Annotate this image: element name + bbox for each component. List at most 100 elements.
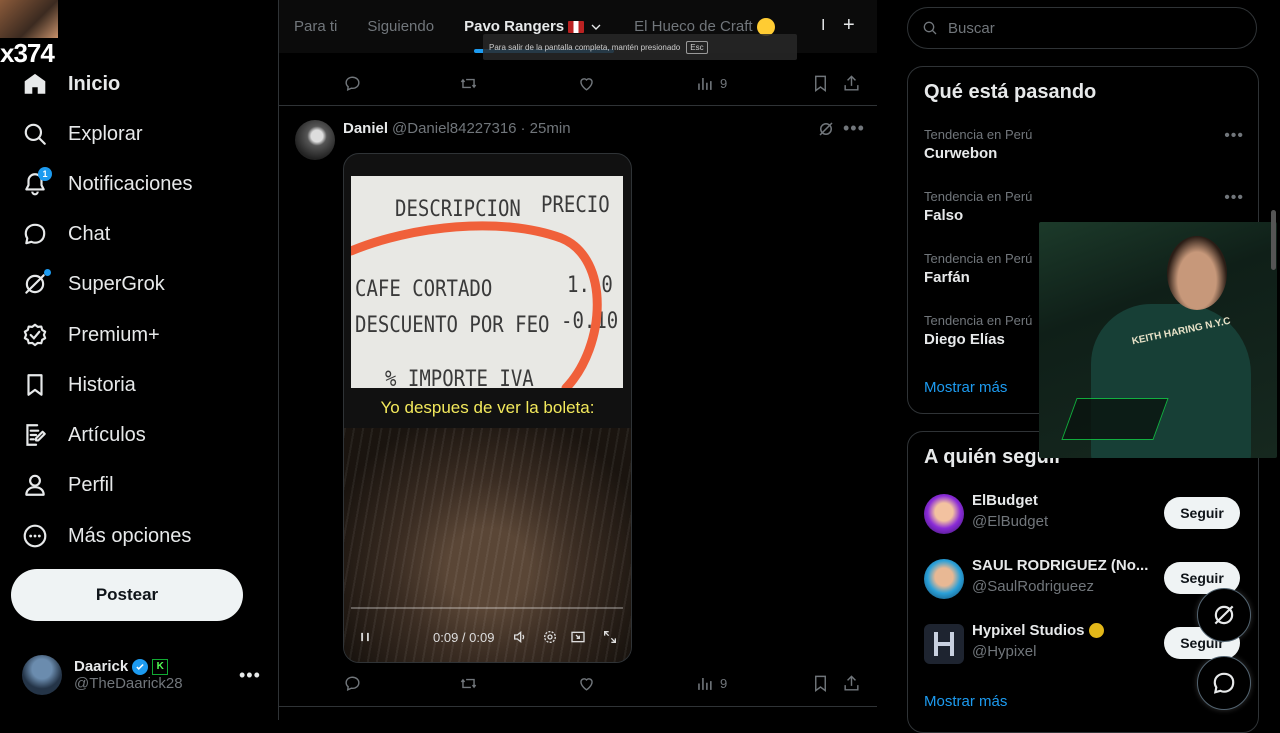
tweet-timestamp[interactable]: · 25min xyxy=(521,120,571,137)
add-tab-icon[interactable]: + xyxy=(843,14,855,37)
trend-name: Curwebon xyxy=(924,145,998,162)
grok-icon xyxy=(22,269,51,297)
fullscreen-icon[interactable] xyxy=(602,629,618,645)
nav-label: Notificaciones xyxy=(68,172,193,195)
account-names: Daarick K @TheDaarick28 xyxy=(74,658,183,692)
tab-pavo-rangers[interactable]: Pavo Rangers xyxy=(449,18,619,35)
follow-suggestion[interactable]: SAUL RODRIGUEZ (No... @SaulRodrigueez Se… xyxy=(924,557,1244,601)
more-icon[interactable]: ••• xyxy=(1224,189,1244,207)
chevron-down-icon[interactable] xyxy=(588,19,604,35)
more-icon[interactable]: ••• xyxy=(1224,127,1244,145)
main-timeline: Para ti Siguiendo Pavo Rangers El Hueco … xyxy=(278,0,879,720)
follow-show-more-link[interactable]: Mostrar más xyxy=(924,693,1007,710)
video-progress-bar[interactable] xyxy=(351,607,623,609)
nav-explore[interactable]: Explorar xyxy=(22,116,142,152)
tweet-author-handle[interactable]: @Daniel84227316 xyxy=(392,120,517,137)
more-icon[interactable]: ••• xyxy=(843,118,865,139)
verified-badge-icon xyxy=(132,658,149,675)
page-scrollbar[interactable] xyxy=(1271,210,1276,270)
emoji-icon xyxy=(756,17,775,36)
avatar xyxy=(924,624,964,664)
notification-count-badge: 1 xyxy=(38,167,52,181)
stream-overlay-thumbnail xyxy=(0,0,58,38)
search-input[interactable] xyxy=(946,18,1240,38)
tab-el-hueco-de-craft[interactable]: El Hueco de Craft xyxy=(619,17,789,36)
post-button[interactable]: Postear xyxy=(11,569,243,621)
share-icon[interactable] xyxy=(842,74,861,93)
nav-premium[interactable]: Premium+ xyxy=(22,317,160,353)
tab-siguiendo[interactable]: Siguiendo xyxy=(352,18,449,35)
follow-button[interactable]: Seguir xyxy=(1164,497,1240,529)
account-more-icon[interactable]: ••• xyxy=(239,665,261,686)
trend-item[interactable]: Tendencia en Perú Falso ••• xyxy=(924,189,1244,224)
nav-more-options[interactable]: Más opciones xyxy=(22,518,191,554)
follow-handle: @ElBudget xyxy=(972,513,1049,530)
repost-icon[interactable] xyxy=(459,674,478,693)
bookmark-icon[interactable] xyxy=(811,74,830,93)
nav-articles[interactable]: Artículos xyxy=(22,417,146,453)
trends-show-more-link[interactable]: Mostrar más xyxy=(924,379,1007,396)
nav-notifications[interactable]: 1 Notificaciones xyxy=(22,166,193,202)
grok-icon[interactable] xyxy=(817,120,835,138)
video-controls: 0:09 / 0:09 xyxy=(344,624,631,650)
nav-chat[interactable]: Chat xyxy=(22,216,110,252)
avatar[interactable] xyxy=(295,120,335,160)
receipt-image: DESCRIPCION PRECIO CAFE CORTADO 1.10 DES… xyxy=(351,176,623,388)
account-name-row: Daarick K xyxy=(74,658,183,675)
views-icon xyxy=(695,674,714,693)
messages-floating-button[interactable] xyxy=(1197,656,1251,710)
nav-supergrok[interactable]: SuperGrok xyxy=(22,266,165,302)
nav-label: Premium+ xyxy=(68,323,160,346)
reply-icon[interactable] xyxy=(343,674,362,693)
search-box[interactable] xyxy=(907,7,1257,49)
tweet-author-name[interactable]: Daniel xyxy=(343,120,388,137)
keyboard-image xyxy=(1061,398,1169,440)
views-stat[interactable]: 9 xyxy=(695,74,727,93)
fullscreen-notice-text: Para salir de la pantalla completa, mant… xyxy=(489,42,681,52)
trend-item[interactable]: Tendencia en Perú Curwebon ••• xyxy=(924,127,1244,162)
reply-icon[interactable] xyxy=(343,74,362,93)
settings-icon[interactable] xyxy=(542,629,558,645)
like-icon[interactable] xyxy=(577,74,596,93)
tab-label: Pavo Rangers xyxy=(464,18,565,35)
follow-suggestion[interactable]: ElBudget @ElBudget Seguir xyxy=(924,492,1244,536)
tweet-divider xyxy=(279,105,878,106)
follow-suggestion[interactable]: Hypixel Studios @Hypixel Seguir xyxy=(924,622,1244,666)
account-switcher[interactable]: Daarick K @TheDaarick28 xyxy=(22,652,262,698)
nav-bookmarks[interactable]: Historia xyxy=(22,367,136,403)
bookmark-icon[interactable] xyxy=(811,674,830,693)
stream-overlay-tag: x374 xyxy=(0,38,55,68)
like-icon[interactable] xyxy=(577,674,596,693)
video-caption: Yo despues de ver la boleta: xyxy=(380,398,595,417)
tweet-video[interactable]: DESCRIPCION PRECIO CAFE CORTADO 1.10 DES… xyxy=(343,153,632,663)
repost-icon[interactable] xyxy=(459,74,478,93)
grok-floating-button[interactable] xyxy=(1197,588,1251,642)
nav-home[interactable]: Inicio xyxy=(22,66,120,102)
nav-label: Más opciones xyxy=(68,524,192,547)
search-icon xyxy=(22,121,48,147)
volume-icon[interactable] xyxy=(512,629,528,645)
share-icon[interactable] xyxy=(842,674,861,693)
streamer-head xyxy=(1167,236,1227,310)
pause-icon[interactable] xyxy=(358,630,372,644)
red-circle-annotation xyxy=(351,221,602,388)
new-dot-badge xyxy=(44,269,51,276)
trend-context: Tendencia en Perú xyxy=(924,127,1033,142)
tweet-actions: 9 xyxy=(279,668,878,700)
follow-name: SAUL RODRIGUEZ (No... xyxy=(972,557,1149,574)
follow-handle: @Hypixel xyxy=(972,643,1037,660)
picture-in-picture-icon[interactable] xyxy=(570,629,586,645)
fullscreen-notice: Para salir de la pantalla completa, mant… xyxy=(483,34,797,60)
follow-name: ElBudget xyxy=(972,492,1038,509)
article-icon xyxy=(22,422,48,448)
views-stat[interactable]: 9 xyxy=(695,674,727,693)
nav-label: Artículos xyxy=(68,423,146,446)
streamer-webcam-overlay: KEITH HARING N.Y.C xyxy=(1039,222,1277,458)
person-icon xyxy=(22,472,48,498)
tweet-header: Daniel @Daniel84227316 · 25min xyxy=(343,120,571,137)
views-count: 9 xyxy=(720,76,728,91)
nav-label: Historia xyxy=(68,373,136,396)
search-icon xyxy=(922,20,938,36)
nav-profile[interactable]: Perfil xyxy=(22,467,114,503)
tab-para-ti[interactable]: Para ti xyxy=(279,18,352,35)
